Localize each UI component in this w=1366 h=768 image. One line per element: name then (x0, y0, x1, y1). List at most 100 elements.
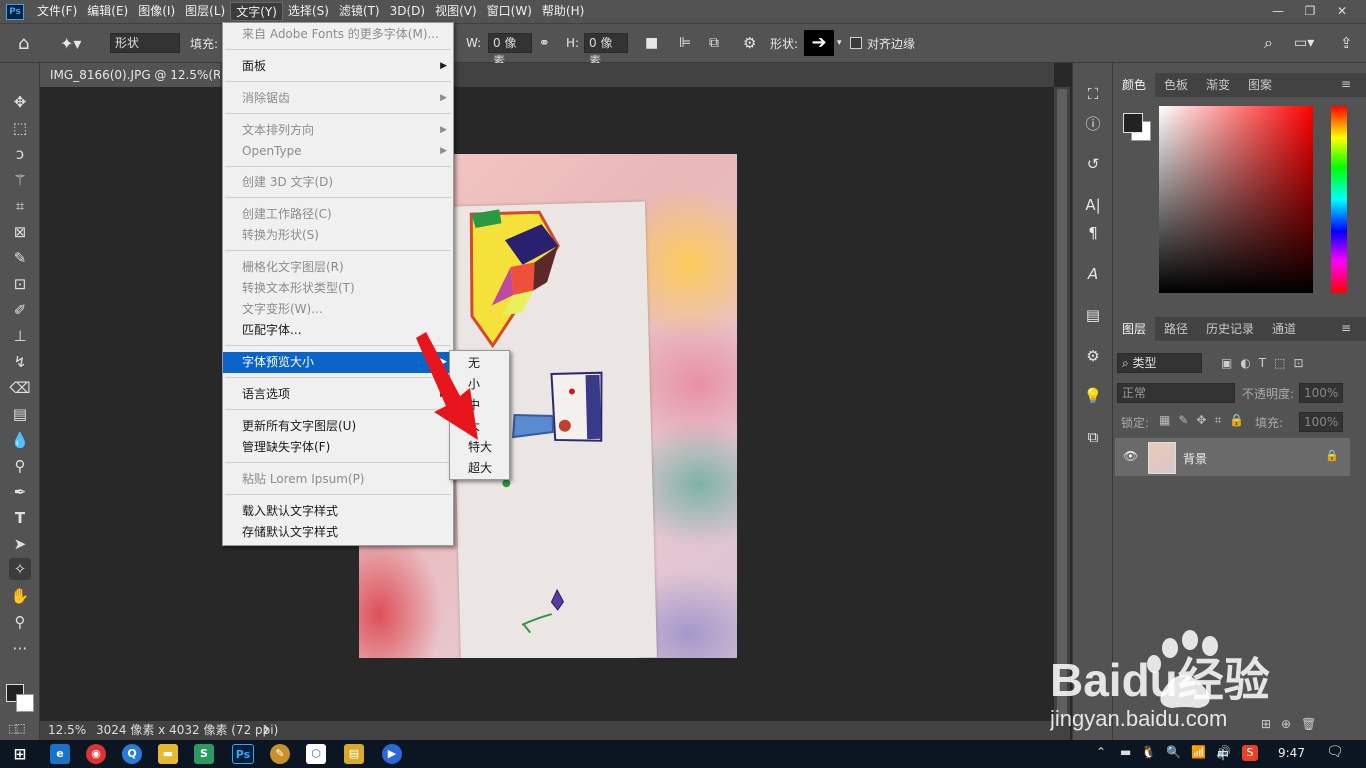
zoom-tool-icon[interactable]: ⚲ (9, 611, 31, 633)
align-edges-checkbox[interactable] (850, 37, 862, 49)
sogou-input-icon[interactable]: S (1242, 745, 1258, 761)
brush-tool-icon[interactable]: ✐ (9, 299, 31, 321)
menu-help[interactable]: 帮助(H) (537, 2, 589, 21)
minimize-button[interactable]: — (1262, 0, 1294, 23)
width-input[interactable]: 0 像素 (488, 33, 532, 68)
shape-mode-select[interactable]: 形状 (110, 33, 180, 53)
healing-brush-tool-icon[interactable]: ⊡ (9, 273, 31, 295)
menu-view[interactable]: 视图(V) (430, 2, 482, 21)
menu-item-load-default-type-styles[interactable]: 载入默认文字样式 (223, 501, 453, 522)
history-brush-tool-icon[interactable]: ↯ (9, 351, 31, 373)
menu-item-panels[interactable]: 面板 ▶ (223, 56, 453, 77)
adjustments-panel-icon[interactable]: ⚙ (1082, 345, 1104, 367)
layer-row[interactable]: 👁 背景 🔒 (1115, 438, 1350, 476)
tab-channels[interactable]: 通道 (1263, 317, 1305, 341)
qq-browser-icon[interactable]: Q (122, 744, 142, 764)
menu-window[interactable]: 窗口(W) (482, 2, 537, 21)
restore-button[interactable]: ❐ (1294, 0, 1326, 23)
menu-item-paste-lorem-ipsum[interactable]: 粘贴 Lorem Ipsum(P) (223, 469, 453, 490)
link-icon[interactable]: ⚭ (539, 24, 550, 62)
tab-color[interactable]: 颜色 (1113, 73, 1156, 97)
libraries-panel-icon[interactable]: ⧉ (1082, 426, 1104, 448)
eye-icon[interactable]: 👁 (1123, 449, 1138, 463)
internet-explorer-icon[interactable]: e (50, 744, 70, 764)
layer-filter-select[interactable]: ⌕ 类型 (1117, 353, 1202, 373)
hue-slider[interactable] (1331, 106, 1347, 293)
fill-input[interactable]: 100% (1299, 412, 1343, 432)
paragraph-panel-icon[interactable]: ¶ (1082, 222, 1104, 244)
character-panel-icon[interactable]: A| (1082, 194, 1104, 216)
chrome-icon[interactable]: ◉ (86, 744, 106, 764)
menu-layer[interactable]: 图层(L) (180, 2, 230, 21)
menu-file[interactable]: 文件(F) (32, 2, 82, 21)
stamp-tool-icon[interactable]: ⊥ (9, 325, 31, 347)
menu-filter[interactable]: 滤镜(T) (334, 2, 385, 21)
menu-type[interactable]: 文字(Y) (230, 2, 283, 21)
tab-patterns[interactable]: 图案 (1239, 73, 1281, 97)
menu-edit[interactable]: 编辑(E) (82, 2, 133, 21)
close-button[interactable]: ✕ (1326, 0, 1358, 23)
lock-icons[interactable]: ▦✎✥⌗🔒 (1159, 413, 1252, 428)
tab-layers[interactable]: 图层 (1113, 317, 1156, 341)
opacity-input[interactable]: 100% (1299, 383, 1343, 403)
glyphs-panel-icon[interactable]: A (1082, 263, 1104, 285)
tab-paths[interactable]: 路径 (1155, 317, 1197, 341)
notification-icon[interactable]: 🗨 (1326, 744, 1344, 760)
learn-panel-icon[interactable]: 💡 (1082, 385, 1104, 407)
crop-tool-icon[interactable]: ⌗ (9, 195, 31, 217)
menu-3d[interactable]: 3D(D) (385, 2, 430, 21)
more-tools-icon[interactable]: ⋯ (9, 637, 31, 659)
tab-history[interactable]: 历史记录 (1197, 317, 1263, 341)
gradient-tool-icon[interactable]: ▤ (9, 403, 31, 425)
menu-item-anti-aliasing[interactable]: 消除锯齿 ▶ (223, 88, 453, 109)
menu-item-text-orientation[interactable]: 文本排列方向 ▶ (223, 120, 453, 141)
hand-tool-icon[interactable]: ✋ (9, 585, 31, 607)
layer-name[interactable]: 背景 (1183, 450, 1207, 467)
chevron-down-icon[interactable]: ▾ (837, 38, 842, 48)
menu-item-create-3d-text[interactable]: 创建 3D 文字(D) (223, 172, 453, 193)
media-player-icon[interactable]: ▶ (382, 744, 402, 764)
custom-shape-tool-icon[interactable]: ✧ (9, 558, 31, 580)
search-icon[interactable]: ⌕ (1264, 24, 1273, 62)
home-icon[interactable]: ⌂ (18, 24, 29, 62)
tab-swatches[interactable]: 色板 (1155, 73, 1197, 97)
arrow-shape-preview-icon[interactable]: ➔ (804, 30, 834, 56)
menu-item-opentype[interactable]: OpenType ▶ (223, 141, 453, 162)
screen-mode-icon[interactable]: ⬚ (8, 722, 30, 738)
clock[interactable]: 9:47 (1278, 746, 1305, 760)
menu-image[interactable]: 图像(I) (133, 2, 180, 21)
chevron-right-icon[interactable]: ❯ (262, 721, 270, 740)
menu-item-convert-to-shape[interactable]: 转换为形状(S) (223, 225, 453, 246)
path-selection-tool-icon[interactable]: ➤ (9, 533, 31, 555)
panel-menu-icon[interactable]: ≡ (1341, 77, 1351, 91)
app-icon[interactable]: ✎ (270, 744, 290, 764)
marquee-tool-icon[interactable]: ⬚ (9, 117, 31, 139)
path-alignment-icon[interactable]: ⊫ (679, 24, 691, 62)
menu-item-rasterize-type-layer[interactable]: 栅格化文字图层(R) (223, 257, 453, 278)
folder-icon[interactable]: ▤ (344, 744, 364, 764)
menu-select[interactable]: 选择(S) (283, 2, 334, 21)
wps-icon[interactable]: S (194, 744, 214, 764)
path-operations-icon[interactable]: ■ (645, 24, 658, 62)
dodge-tool-icon[interactable]: ⚲ (9, 455, 31, 477)
tray-chevron-up-icon[interactable]: ⌃ (1096, 745, 1106, 759)
background-color-swatch[interactable] (16, 694, 34, 712)
info-icon[interactable]: ⓘ (1082, 113, 1104, 135)
properties-panel-icon[interactable]: ▤ (1082, 304, 1104, 326)
lock-icon[interactable]: 🔒 (1325, 449, 1339, 462)
menu-item-create-work-path[interactable]: 创建工作路径(C) (223, 204, 453, 225)
type-tool-icon[interactable]: T (9, 507, 31, 529)
photoshop-taskbar-icon[interactable]: Ps (232, 744, 254, 764)
eyedropper-tool-icon[interactable]: ✎ (9, 247, 31, 269)
workspace-icon[interactable]: ▭▾ (1294, 24, 1314, 62)
blur-tool-icon[interactable]: 💧 (9, 429, 31, 451)
pen-tool-icon[interactable]: ✒ (9, 481, 31, 503)
menu-item-save-default-type-styles[interactable]: 存储默认文字样式 (223, 522, 453, 543)
lasso-tool-icon[interactable]: ↄ (9, 143, 31, 165)
magic-wand-tool-icon[interactable]: ⚚ (9, 169, 31, 191)
zoom-level[interactable]: 12.5% (48, 721, 86, 740)
3d-panel-icon[interactable]: ⛶ (1082, 83, 1104, 105)
document-tab[interactable]: IMG_8166(0).JPG @ 12.5%(RGB/8 (40, 63, 220, 87)
menu-item-convert-text-shape-type[interactable]: 转换文本形状类型(T) (223, 278, 453, 299)
tab-gradients[interactable]: 渐变 (1197, 73, 1239, 97)
